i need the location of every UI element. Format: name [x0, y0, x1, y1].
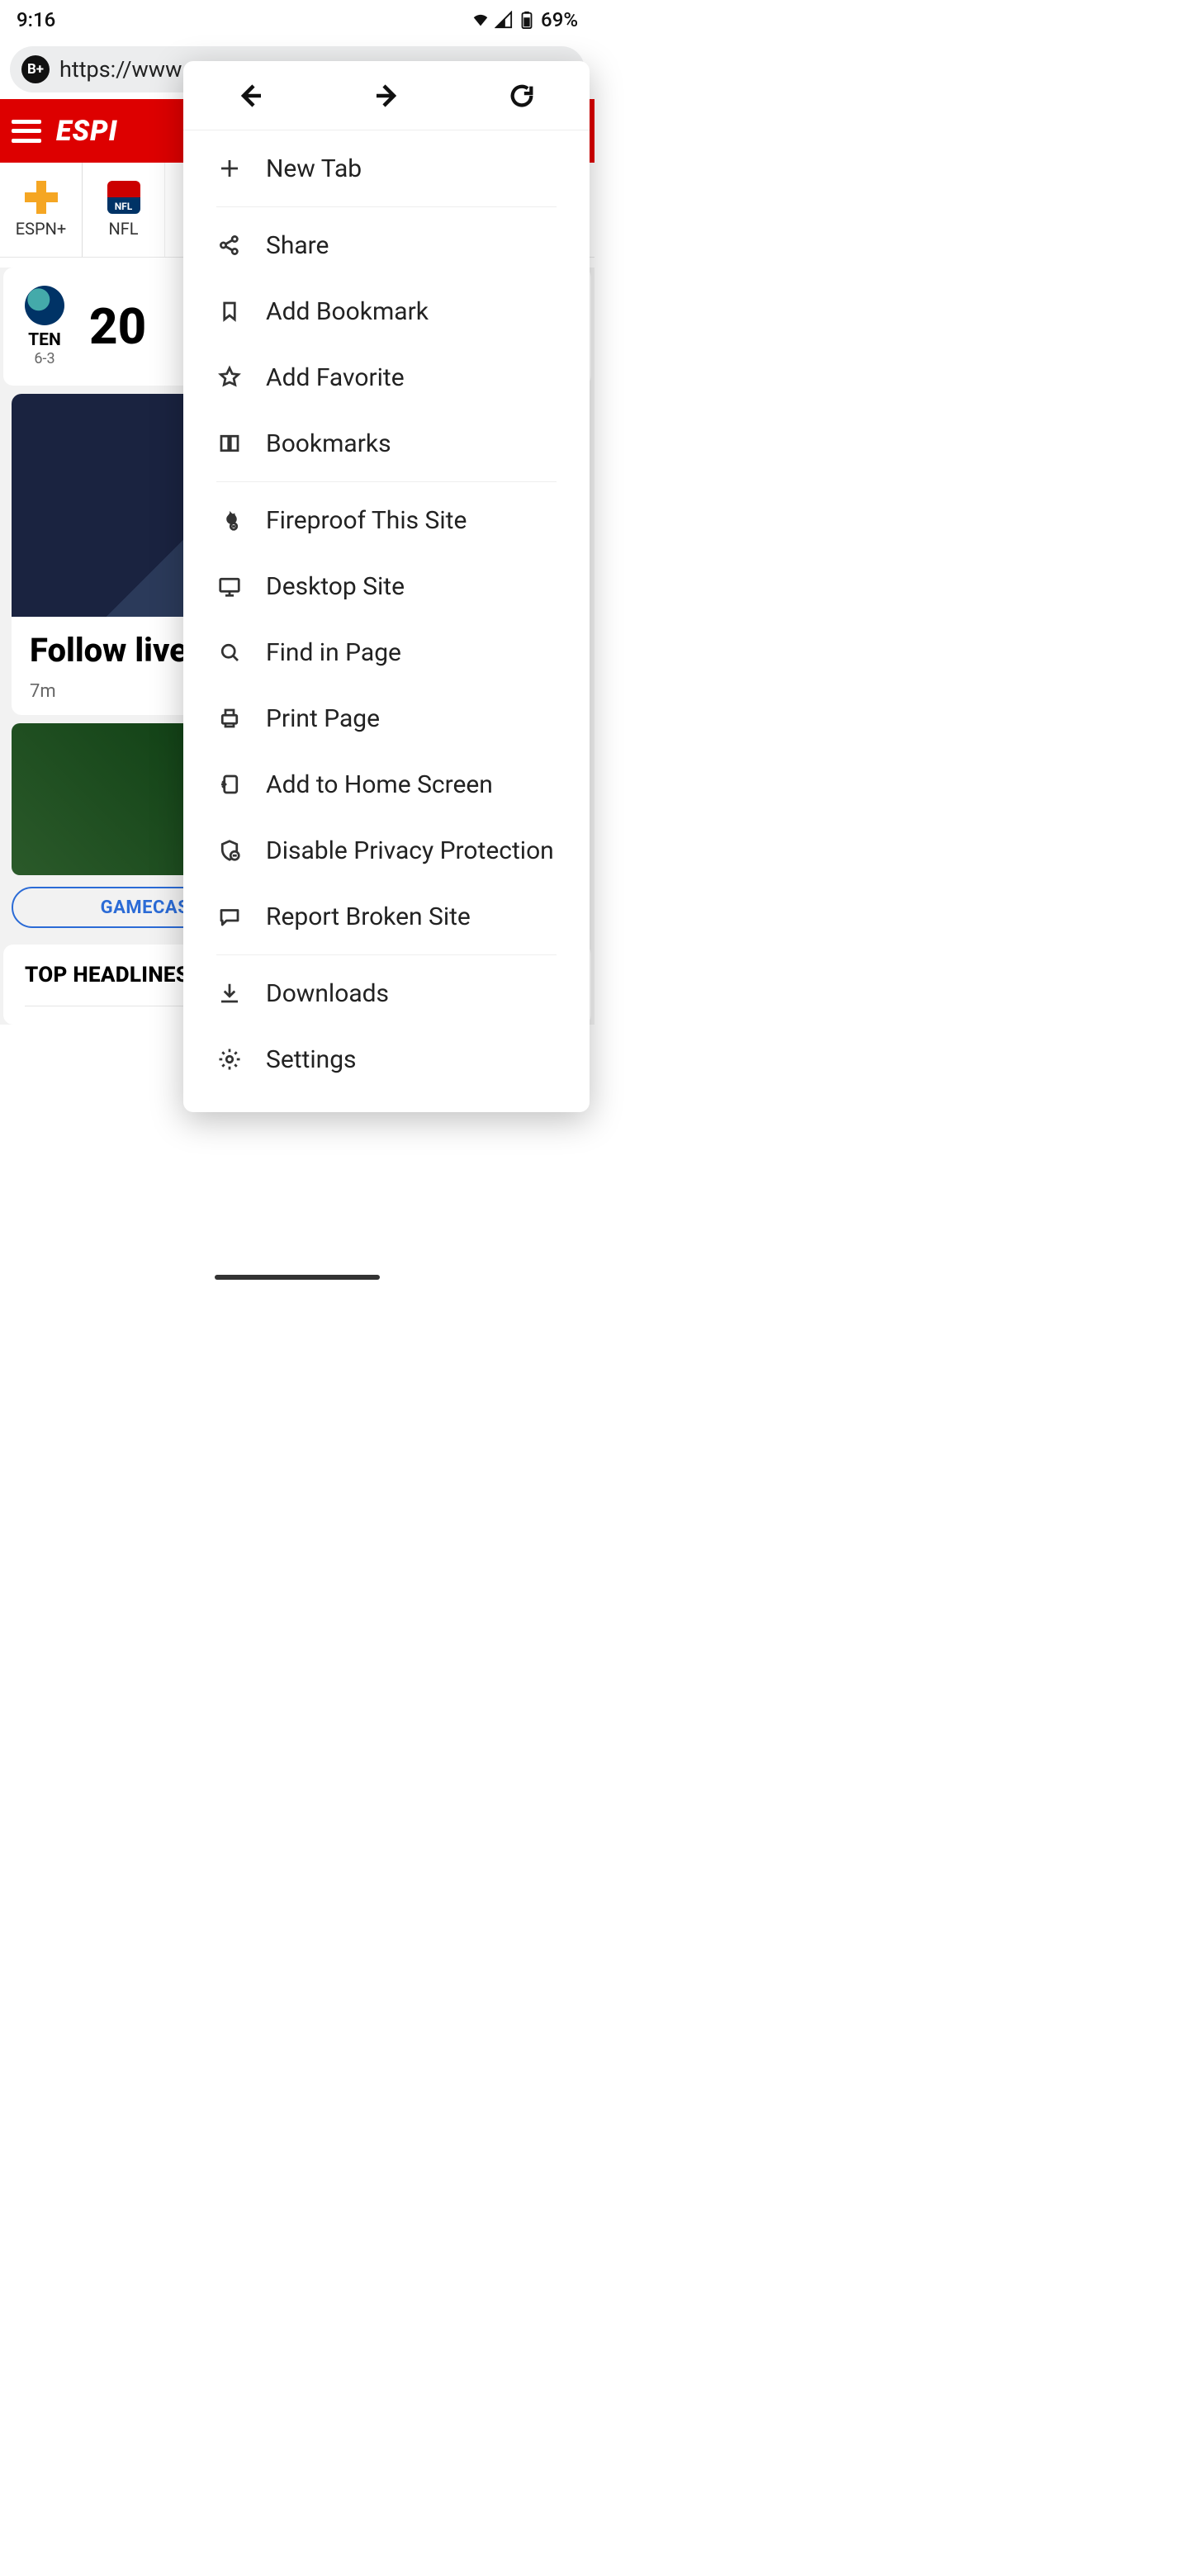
nfl-icon — [107, 181, 140, 214]
sport-tab-label: NFL — [108, 219, 138, 239]
menu-item-label: Settings — [266, 1045, 357, 1074]
star-icon — [216, 364, 243, 391]
menu-item-shield[interactable]: Disable Privacy Protection — [183, 817, 590, 883]
forward-icon — [372, 81, 401, 111]
menu-item-fire[interactable]: Fireproof This Site — [183, 487, 590, 553]
menu-item-home[interactable]: Add to Home Screen — [183, 751, 590, 817]
back-icon — [236, 81, 266, 111]
team-col: TEN 6-3 — [25, 286, 64, 367]
menu-item-book[interactable]: Bookmarks — [183, 410, 590, 476]
menu-item-label: Fireproof This Site — [266, 506, 467, 535]
menu-item-label: Add Favorite — [266, 363, 405, 392]
menu-item-label: Report Broken Site — [266, 902, 471, 931]
bookmark-icon — [216, 298, 243, 324]
menu-separator — [216, 954, 557, 955]
reload-button[interactable] — [489, 71, 555, 121]
menu-item-label: New Tab — [266, 154, 362, 183]
team-abbr: TEN — [25, 330, 64, 350]
nav-handle[interactable] — [215, 1275, 380, 1280]
print-icon — [216, 705, 243, 732]
menu-item-chat[interactable]: Report Broken Site — [183, 883, 590, 949]
plus-icon — [216, 155, 243, 182]
menu-item-label: Add to Home Screen — [266, 770, 493, 799]
menu-item-label: Disable Privacy Protection — [266, 836, 554, 865]
book-icon — [216, 430, 243, 457]
menu-item-search[interactable]: Find in Page — [183, 619, 590, 685]
menu-item-label: Add Bookmark — [266, 297, 429, 326]
menu-item-share[interactable]: Share — [183, 212, 590, 278]
espn-logo: ESPI — [56, 115, 118, 148]
sport-tab-label: ESPN+ — [16, 219, 66, 239]
sport-tab-nfl[interactable]: NFL — [83, 163, 165, 257]
menu-item-bookmark[interactable]: Add Bookmark — [183, 278, 590, 344]
forward-button[interactable] — [353, 71, 419, 121]
home-icon — [216, 771, 243, 798]
menu-item-print[interactable]: Print Page — [183, 685, 590, 751]
team-score: 20 — [89, 297, 146, 356]
reload-icon — [508, 82, 536, 110]
plus-icon — [25, 181, 58, 214]
browser-menu: New Tab Share Add Bookmark Add Favorite Book… — [183, 61, 590, 1112]
menu-item-label: Print Page — [266, 704, 380, 733]
gear-icon — [216, 1046, 243, 1073]
shield-icon — [216, 837, 243, 864]
menu-item-label: Desktop Site — [266, 572, 405, 601]
status-right: 69% — [471, 8, 578, 31]
menu-item-gear[interactable]: Settings — [183, 1026, 590, 1092]
share-icon — [216, 232, 243, 258]
menu-separator — [216, 206, 557, 207]
team-logo-icon — [25, 286, 64, 325]
menu-item-plus[interactable]: New Tab — [183, 135, 590, 201]
menu-list: New Tab Share Add Bookmark Add Favorite Book… — [183, 130, 590, 1097]
menu-separator — [216, 481, 557, 482]
chat-icon — [216, 903, 243, 930]
battery-percent: 69% — [541, 8, 578, 31]
site-badge-icon: B+ — [21, 55, 50, 83]
status-bar: 9:16 69% — [0, 0, 594, 40]
menu-item-label: Bookmarks — [266, 429, 391, 458]
search-icon — [216, 639, 243, 665]
menu-item-desktop[interactable]: Desktop Site — [183, 553, 590, 619]
sport-tab-espnplus[interactable]: ESPN+ — [0, 163, 83, 257]
team-record: 6-3 — [25, 350, 64, 367]
menu-item-label: Share — [266, 231, 329, 260]
fire-icon — [216, 507, 243, 533]
menu-item-download[interactable]: Downloads — [183, 960, 590, 1026]
desktop-icon — [216, 573, 243, 599]
status-time: 9:16 — [17, 8, 55, 31]
download-icon — [216, 980, 243, 1006]
signal-icon — [495, 11, 513, 29]
battery-icon — [518, 11, 536, 29]
back-button[interactable] — [218, 71, 284, 121]
url-text: https://www — [59, 56, 182, 83]
menu-item-star[interactable]: Add Favorite — [183, 344, 590, 410]
menu-item-label: Find in Page — [266, 638, 401, 667]
menu-item-label: Downloads — [266, 979, 389, 1008]
menu-nav-row — [183, 61, 590, 130]
wifi-icon — [471, 11, 490, 29]
hamburger-icon[interactable] — [12, 120, 41, 143]
